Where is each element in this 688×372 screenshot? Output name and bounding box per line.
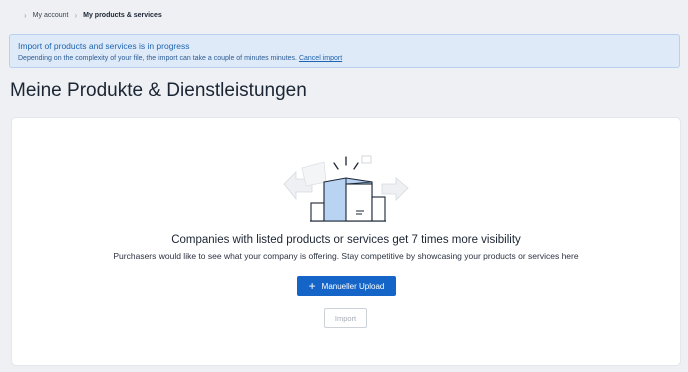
breadcrumb-item-my-account[interactable]: My account — [33, 12, 69, 19]
import-button[interactable]: Import — [324, 308, 367, 328]
banner-title: Import of products and services is in pr… — [18, 41, 190, 51]
chevron-right-icon: › — [74, 11, 78, 20]
page-title: Meine Produkte & Dienstleistungen — [10, 80, 307, 101]
banner-text-line: Depending on the complexity of your file… — [18, 53, 671, 64]
banner-text: Depending on the complexity of your file… — [18, 55, 297, 62]
empty-state-subline: Purchasers would like to see what your c… — [113, 251, 579, 261]
empty-state-headline: Companies with listed products or servic… — [171, 234, 521, 246]
manual-upload-button[interactable]: + Manueller Upload — [297, 276, 396, 296]
breadcrumb-item-current: My products & services — [83, 12, 162, 19]
breadcrumb: › My account › My products & services — [24, 11, 162, 20]
warehouse-boxes-icon — [283, 155, 409, 222]
plus-icon: + — [308, 279, 316, 293]
cancel-import-link[interactable]: Cancel import — [299, 55, 342, 62]
manual-upload-label: Manueller Upload — [321, 281, 385, 291]
empty-state-card: Companies with listed products or servic… — [11, 117, 681, 366]
import-progress-banner: Import of products and services is in pr… — [9, 34, 680, 68]
chevron-right-icon: › — [24, 11, 27, 20]
